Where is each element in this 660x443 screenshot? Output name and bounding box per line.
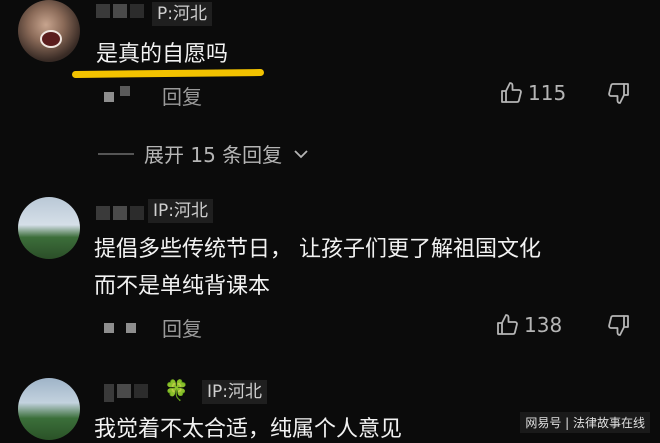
comment-text-line-1[interactable]: 提倡多些传统节日， 让孩子们更了解祖国文化 xyxy=(94,231,541,263)
dislike-button[interactable] xyxy=(606,313,630,337)
reply-button[interactable]: 回复 xyxy=(162,313,202,342)
like-count: 138 xyxy=(524,313,563,337)
avatar[interactable] xyxy=(18,0,80,62)
divider xyxy=(98,152,134,155)
thumbs-down-icon xyxy=(608,315,629,336)
thumbs-up-icon xyxy=(497,314,518,335)
thumbs-up-icon xyxy=(501,82,522,103)
username-blurred[interactable] xyxy=(96,4,144,18)
expand-replies-button[interactable]: 展开 15 条回复 xyxy=(98,139,310,168)
clover-badge: 🍀 xyxy=(164,378,189,402)
username-blurred[interactable] xyxy=(104,384,148,402)
watermark: 网易号 | 法律故事在线 xyxy=(520,412,650,433)
ip-location: P:河北 xyxy=(152,2,212,26)
comment-text[interactable]: 是真的自愿吗 xyxy=(96,36,228,68)
reply-button[interactable]: 回复 xyxy=(162,81,202,110)
like-count: 115 xyxy=(528,81,567,105)
comment-text-line-2[interactable]: 而不是单纯背课本 xyxy=(94,268,270,300)
avatar[interactable] xyxy=(18,197,80,259)
ip-location: IP:河北 xyxy=(202,380,267,404)
highlight-underline xyxy=(71,68,265,79)
like-button[interactable]: 115 xyxy=(500,81,566,105)
ip-location: IP:河北 xyxy=(148,199,213,223)
expand-replies-label: 展开 15 条回复 xyxy=(144,143,283,167)
avatar[interactable] xyxy=(18,378,80,440)
comment-text[interactable]: 我觉着不太合适，纯属个人意见 xyxy=(94,411,402,443)
like-button[interactable]: 138 xyxy=(496,313,562,337)
username-blurred[interactable] xyxy=(96,206,144,220)
thumbs-down-icon xyxy=(608,83,629,104)
chevron-down-icon xyxy=(294,149,308,158)
dislike-button[interactable] xyxy=(606,81,630,105)
